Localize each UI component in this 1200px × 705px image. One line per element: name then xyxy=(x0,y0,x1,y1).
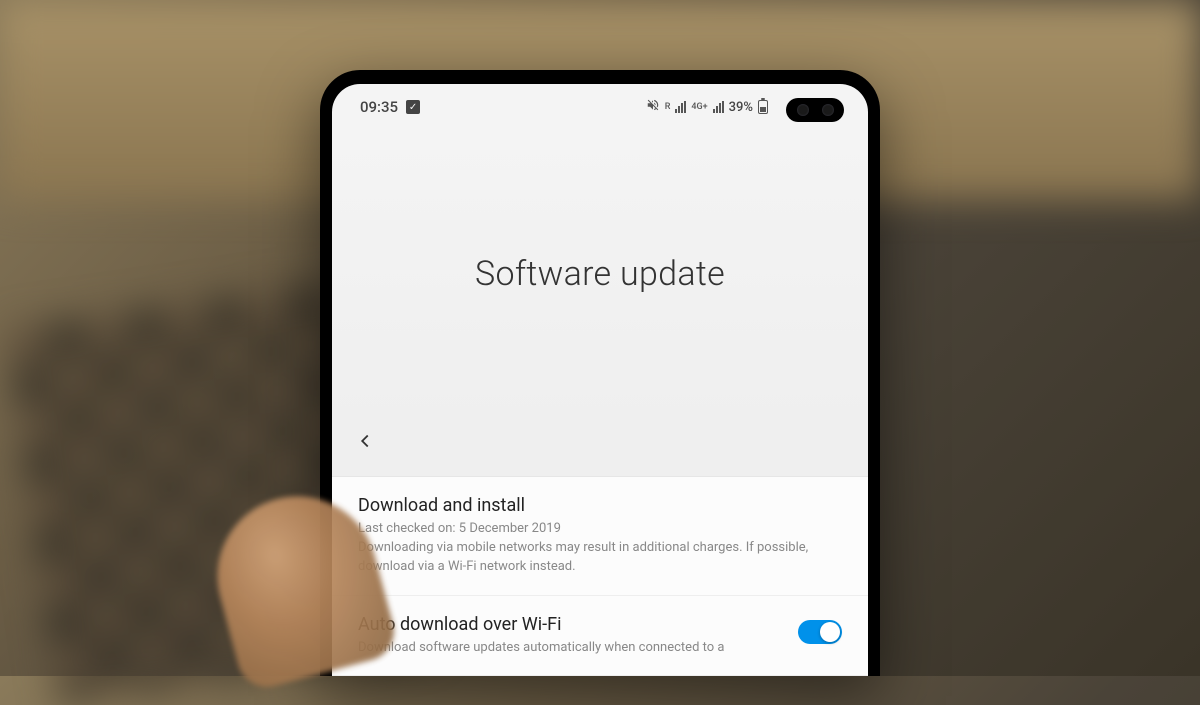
signal-bars-1-icon xyxy=(675,101,686,113)
download-install-description: Downloading via mobile networks may resu… xyxy=(358,539,842,577)
back-button[interactable] xyxy=(354,430,384,458)
auto-download-description: Download software updates automatically … xyxy=(358,639,782,658)
download-install-item[interactable]: Download and install Last checked on: 5 … xyxy=(332,477,868,596)
page-title: Software update xyxy=(475,254,725,294)
header-area: Software update xyxy=(332,124,868,424)
network-label-4g: 4G+ xyxy=(691,103,707,112)
phone-frame: 09:35 ✓ R 4G+ 39% Software update xyxy=(320,70,880,676)
auto-download-toggle[interactable] xyxy=(798,620,842,644)
toolbar xyxy=(332,424,868,476)
status-time: 09:35 xyxy=(360,98,398,116)
download-install-title: Download and install xyxy=(358,495,842,516)
signal-bars-2-icon xyxy=(713,101,724,113)
mute-icon xyxy=(646,98,660,116)
network-label-r: R xyxy=(665,103,671,112)
settings-list: Download and install Last checked on: 5 … xyxy=(332,476,868,676)
battery-icon xyxy=(758,100,768,114)
auto-download-title: Auto download over Wi-Fi xyxy=(358,614,782,635)
auto-download-item[interactable]: Auto download over Wi-Fi Download softwa… xyxy=(332,596,868,676)
phone-screen: 09:35 ✓ R 4G+ 39% Software update xyxy=(332,84,868,676)
notification-check-icon: ✓ xyxy=(406,100,420,114)
chevron-left-icon xyxy=(354,430,376,452)
camera-cutout xyxy=(786,98,844,122)
battery-percent: 39% xyxy=(729,100,753,115)
download-install-lastchecked: Last checked on: 5 December 2019 xyxy=(358,520,842,539)
